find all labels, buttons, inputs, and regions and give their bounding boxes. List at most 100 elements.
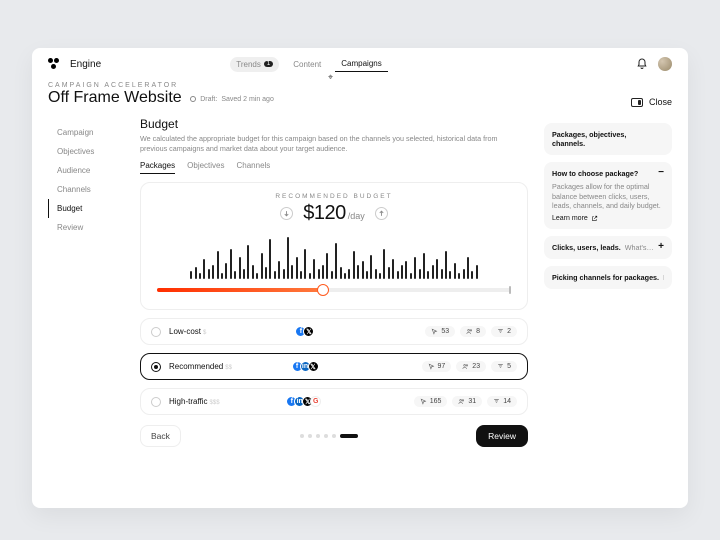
chart-bar [335, 243, 337, 279]
external-link-icon [591, 215, 598, 222]
sidenav-item-objectives[interactable]: Objectives [48, 142, 124, 161]
close-button[interactable]: Close [631, 97, 672, 107]
brand-logo-icon [48, 58, 60, 70]
sidenav-item-budget[interactable]: Budget [48, 199, 124, 218]
collapse-icon[interactable]: − [658, 169, 664, 176]
chart-bar [331, 271, 333, 279]
chart-bar [379, 273, 381, 279]
chart-bar [195, 267, 197, 279]
recommended-label: RECOMMENDED BUDGET [151, 193, 517, 200]
notifications-icon[interactable] [636, 58, 648, 70]
package-stats: 165 31 14 [414, 396, 517, 407]
nav-trends[interactable]: Trends 1 [230, 57, 279, 72]
nav-content[interactable]: Content [287, 57, 327, 72]
sidenav-item-channels[interactable]: Channels [48, 180, 124, 199]
chart-bar [375, 269, 377, 279]
budget-slider[interactable] [157, 283, 511, 297]
step-dot [300, 434, 304, 438]
package-channels: f𝕏 [298, 326, 314, 337]
budget-card: RECOMMENDED BUDGET $120/day [140, 182, 528, 310]
faq-item[interactable]: How to choose package?−Packages allow fo… [544, 162, 672, 229]
stat-users: 8 [460, 326, 486, 337]
chart-bar [405, 261, 407, 279]
nav-trends-badge: 1 [264, 61, 273, 67]
chart-bar [344, 273, 346, 279]
chart-bar [230, 249, 232, 279]
nav-campaigns[interactable]: Campaigns [335, 56, 387, 72]
faq-question: Clicks, users, leads. [552, 243, 621, 252]
faq-question: Packages, objectives, channels. [552, 130, 660, 148]
channel-x-icon: 𝕏 [308, 361, 319, 372]
step-dot [316, 434, 320, 438]
sidenav-item-campaign[interactable]: Campaign [48, 123, 124, 142]
help-aside: Packages, objectives, channels. How to c… [544, 117, 672, 496]
slider-knob[interactable] [317, 284, 329, 296]
chart-bar [296, 257, 298, 279]
chart-bar [449, 271, 451, 279]
chart-bar [348, 269, 350, 279]
package-radio[interactable] [151, 327, 161, 337]
arrow-down-icon [283, 210, 290, 217]
chart-bar [441, 269, 443, 279]
chart-bar [463, 269, 465, 279]
subtab-packages[interactable]: Packages [140, 161, 175, 174]
decrease-budget-button[interactable] [280, 207, 293, 220]
chart-bar [304, 249, 306, 279]
faq-item[interactable]: Picking channels for packages. How to ch… [544, 266, 672, 289]
arrow-up-icon [378, 210, 385, 217]
faq-item[interactable]: Packages, objectives, channels. How to c… [544, 123, 672, 155]
chart-bar [410, 273, 412, 279]
user-avatar[interactable] [658, 57, 672, 71]
package-radio[interactable] [151, 397, 161, 407]
package-radio[interactable] [151, 362, 161, 372]
chart-bar [243, 269, 245, 279]
package-high-traffic[interactable]: High-traffic$$$fin𝕏G 165 31 14 [140, 388, 528, 415]
chart-bar [221, 273, 223, 279]
expand-icon[interactable]: + [658, 243, 664, 250]
users-icon [458, 398, 465, 405]
stat-leads: 5 [491, 361, 517, 372]
package-stats: 53 8 2 [425, 326, 517, 337]
increase-budget-button[interactable] [375, 207, 388, 220]
stat-users: 31 [452, 396, 482, 407]
step-dot [308, 434, 312, 438]
chart-bar [212, 265, 214, 279]
stat-clicks: 165 [414, 396, 448, 407]
chart-bar [318, 269, 320, 279]
package-price: $$$ [210, 400, 220, 406]
subtab-objectives[interactable]: Objectives [187, 161, 224, 174]
step-dot [340, 434, 358, 438]
review-button[interactable]: Review [476, 425, 528, 447]
cursor-indicator-icon: ⌖ [328, 72, 333, 83]
faq-hint: How to choose… [663, 273, 664, 282]
nav-trends-label: Trends [236, 60, 261, 69]
chart-bar [414, 257, 416, 279]
sidenav-item-review[interactable]: Review [48, 218, 124, 237]
chart-bar [392, 259, 394, 279]
body: CampaignObjectivesAudienceChannelsBudget… [32, 113, 688, 508]
chart-bar [388, 267, 390, 279]
chart-bar [427, 271, 429, 279]
clicks-icon [431, 328, 438, 335]
learn-more-link[interactable]: Learn more [552, 215, 598, 222]
faq-question: How to choose package? [552, 169, 638, 178]
package-low-cost[interactable]: Low-cost$ f𝕏 53 8 2 [140, 318, 528, 345]
sidenav-item-audience[interactable]: Audience [48, 161, 124, 180]
subtab-channels[interactable]: Channels [237, 161, 271, 174]
back-button[interactable]: Back [140, 425, 181, 447]
page-title: Off Frame Website [48, 89, 182, 106]
stat-leads: 14 [487, 396, 517, 407]
draft-time: Saved 2 min ago [221, 96, 274, 103]
chart-bar [247, 245, 249, 279]
package-recommended[interactable]: Recommended$$fin𝕏 97 23 5 [140, 353, 528, 380]
stat-users: 23 [456, 361, 486, 372]
stat-leads: 2 [491, 326, 517, 337]
chart-bar [225, 263, 227, 279]
eyebrow: CAMPAIGN ACCELERATOR [48, 82, 619, 89]
chart-bar [278, 261, 280, 279]
budget-subtabs: Packages Objectives Channels [140, 161, 528, 174]
faq-item[interactable]: Clicks, users, leads. What's the differe… [544, 236, 672, 259]
chart-bar [458, 273, 460, 279]
main-panel: Budget We calculated the appropriate bud… [140, 117, 528, 496]
package-name: Low-cost$ [169, 327, 239, 336]
